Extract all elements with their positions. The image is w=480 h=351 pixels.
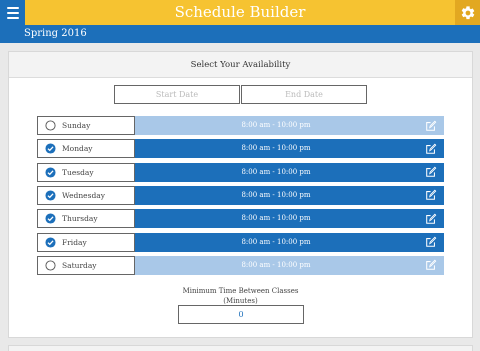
next-section-bar — [8, 345, 473, 351]
day-toggle-wednesday[interactable]: Wednesday — [37, 185, 135, 205]
edit-time-button[interactable] — [417, 139, 444, 159]
check-circle-icon — [45, 143, 56, 154]
edit-icon — [425, 166, 436, 177]
edit-icon — [425, 236, 436, 247]
check-circle-icon — [45, 213, 56, 224]
hamburger-menu-icon — [6, 6, 19, 9]
empty-circle-icon — [45, 120, 56, 131]
day-toggle-sunday[interactable]: Sunday — [37, 116, 135, 135]
day-time-range: 8:00 am - 10:00 pm — [135, 209, 417, 229]
day-toggle-thursday[interactable]: Thursday — [37, 209, 135, 229]
min-time-input[interactable] — [178, 305, 304, 324]
edit-time-button[interactable] — [417, 162, 444, 182]
availability-card: Select Your Availability Sunday 8:00 am -… — [8, 51, 473, 338]
term-bar[interactable]: Spring 2016 — [0, 25, 480, 43]
day-row-monday: Monday 8:00 am - 10:00 pm — [37, 139, 444, 159]
day-row-wednesday: Wednesday 8:00 am - 10:00 pm — [37, 185, 444, 205]
day-label: Wednesday — [62, 190, 105, 200]
edit-time-button[interactable] — [417, 185, 444, 205]
edit-icon — [425, 143, 436, 154]
day-toggle-monday[interactable]: Monday — [37, 139, 135, 159]
day-label: Saturday — [62, 260, 97, 270]
day-toggle-friday[interactable]: Friday — [37, 232, 135, 252]
day-time-range: 8:00 am - 10:00 pm — [135, 232, 417, 252]
menu-button[interactable] — [0, 0, 25, 25]
day-label: Tuesday — [62, 167, 94, 177]
edit-time-button[interactable] — [417, 116, 444, 135]
day-row-tuesday: Tuesday 8:00 am - 10:00 pm — [37, 162, 444, 182]
day-time-range: 8:00 am - 10:00 pm — [135, 255, 417, 275]
day-label: Sunday — [62, 121, 91, 130]
check-circle-icon — [45, 167, 56, 178]
day-time-range: 8:00 am - 10:00 pm — [135, 185, 417, 205]
edit-icon — [425, 190, 436, 201]
settings-button[interactable] — [455, 0, 480, 25]
day-time-range: 8:00 am - 10:00 pm — [135, 162, 417, 182]
availability-heading: Select Your Availability — [9, 52, 472, 78]
check-circle-icon — [45, 236, 56, 248]
edit-time-button[interactable] — [417, 209, 444, 229]
edit-time-button[interactable] — [417, 232, 444, 252]
day-label: Monday — [62, 144, 93, 154]
edit-icon — [425, 213, 436, 224]
edit-icon — [425, 120, 436, 131]
day-toggle-tuesday[interactable]: Tuesday — [37, 162, 135, 182]
term-label: Spring 2016 — [24, 28, 87, 39]
day-row-saturday: Saturday 8:00 am - 10:00 pm — [37, 255, 444, 275]
start-date-input[interactable] — [114, 85, 240, 104]
day-row-sunday: Sunday 8:00 am - 10:00 pm — [37, 116, 444, 135]
top-bar: Schedule Builder — [0, 0, 480, 25]
day-toggle-saturday[interactable]: Saturday — [37, 255, 135, 275]
end-date-input[interactable] — [241, 85, 367, 104]
day-label: Friday — [62, 237, 87, 247]
empty-circle-icon — [45, 260, 56, 271]
day-time-range: 8:00 am - 10:00 pm — [135, 116, 417, 135]
min-time-label: Minimum Time Between Classes (Minutes) — [182, 287, 299, 305]
gear-icon — [461, 5, 474, 19]
app-title: Schedule Builder — [174, 3, 306, 21]
edit-icon — [425, 259, 436, 271]
edit-time-button[interactable] — [417, 255, 444, 275]
check-circle-icon — [45, 190, 56, 201]
day-row-thursday: Thursday 8:00 am - 10:00 pm — [37, 209, 444, 229]
day-time-range: 8:00 am - 10:00 pm — [135, 139, 417, 159]
day-label: Thursday — [62, 214, 98, 224]
day-row-friday: Friday 8:00 am - 10:00 pm — [37, 232, 444, 252]
